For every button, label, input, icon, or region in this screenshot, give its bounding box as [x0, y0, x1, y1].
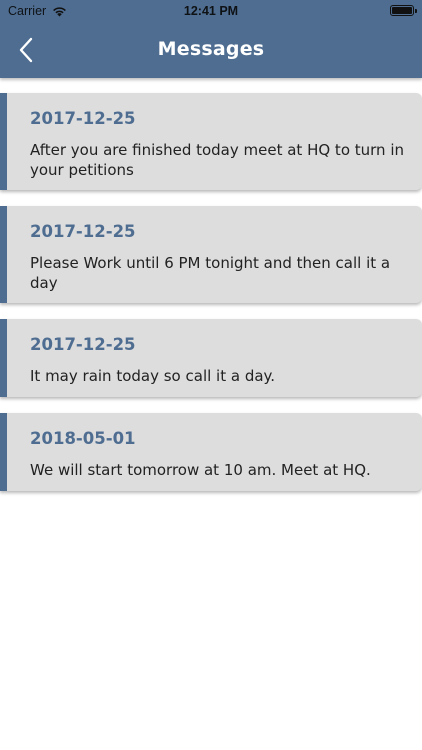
page-title: Messages: [157, 38, 265, 60]
message-text: It may rain today so call it a day.: [30, 367, 276, 385]
message-text: Please Work until 6 PM tonight and then …: [30, 254, 391, 292]
header: Carrier 12:41 PM Messages: [0, 0, 422, 78]
message-date: 2017-12-25: [30, 222, 136, 241]
message-date: 2017-12-25: [30, 109, 136, 128]
navigation-bar: Messages: [0, 22, 422, 78]
battery-icon: [390, 5, 417, 16]
battery-level: [392, 7, 412, 14]
message-date: 2018-05-01: [30, 429, 136, 448]
message-date: 2017-12-25: [30, 335, 136, 354]
message-text: We will start tomorrow at 10 am. Meet at…: [30, 461, 371, 479]
message-card[interactable]: 2017-12-25 It may rain today so call it …: [0, 319, 422, 397]
status-bar: Carrier 12:41 PM: [0, 0, 422, 22]
message-card[interactable]: 2018-05-01 We will start tomorrow at 10 …: [0, 413, 422, 491]
message-text: After you are finished today meet at HQ …: [30, 141, 405, 179]
message-card[interactable]: 2017-12-25 Please Work until 6 PM tonigh…: [0, 206, 422, 303]
status-time: 12:41 PM: [183, 4, 239, 18]
message-card[interactable]: 2017-12-25 After you are finished today …: [0, 93, 422, 190]
